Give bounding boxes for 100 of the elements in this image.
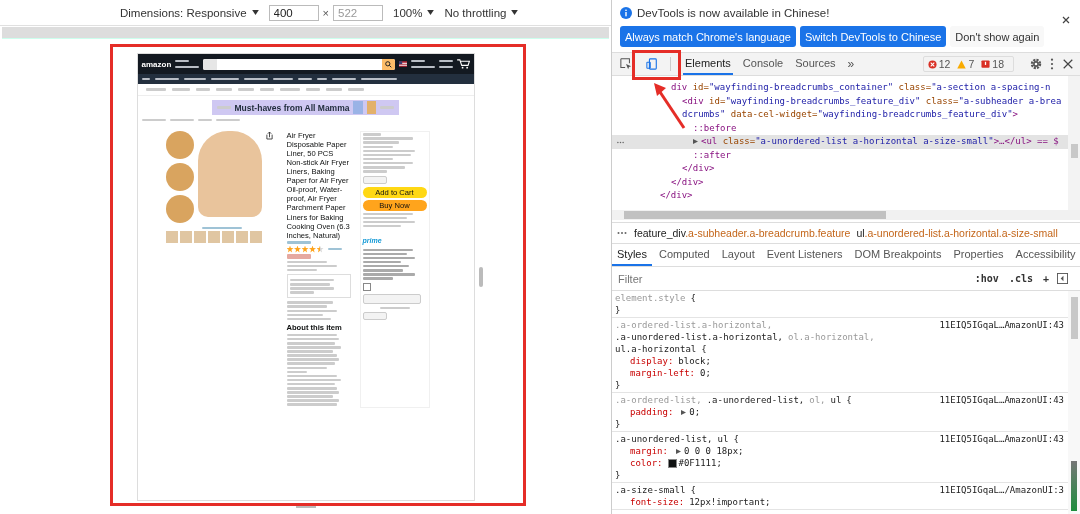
css-brace: } — [615, 418, 621, 430]
color-swatch[interactable] — [667, 458, 677, 468]
css-selector: ol, — [809, 394, 826, 406]
panel-tab[interactable]: Console — [740, 53, 786, 75]
share-icon[interactable] — [265, 130, 273, 140]
source-link[interactable]: 11EIQ5IGqaL…AmazonUI:43 — [939, 394, 1064, 406]
source-link[interactable]: 11EIQ5IGqaL…/AmazonUI:3 — [939, 484, 1064, 496]
sidebar-tab[interactable]: Accessibility — [1010, 244, 1080, 266]
photo-placeholder[interactable] — [207, 231, 220, 244]
css-declaration[interactable]: margin: 0 0 0 18px; — [615, 445, 744, 457]
photo-placeholder[interactable] — [235, 231, 248, 244]
sidebar-toggle-icon[interactable] — [1057, 273, 1068, 284]
dimensions-dropdown[interactable]: Dimensions: Responsive — [120, 6, 259, 19]
css-selector: .a-unordered-list, — [706, 394, 805, 406]
css-declaration[interactable]: margin-left: 0; — [615, 367, 711, 379]
settings-icon[interactable] — [1030, 58, 1042, 70]
css-declaration[interactable]: display: block; — [615, 355, 711, 367]
css-declaration[interactable]: color: #0F1111; — [615, 457, 722, 469]
sidebar-tab[interactable]: Computed — [653, 244, 715, 266]
panel-tab[interactable]: Elements — [683, 53, 733, 75]
photo-placeholder[interactable] — [179, 231, 192, 244]
cart-icon[interactable] — [456, 59, 470, 69]
blurred-text[interactable] — [297, 77, 312, 81]
expand-arrow-icon[interactable] — [681, 409, 687, 415]
blurred-text[interactable] — [316, 77, 327, 81]
photo-placeholder[interactable] — [193, 231, 206, 244]
panel-tab[interactable]: Sources — [793, 53, 838, 75]
css-declaration[interactable]: font-size: 12px!important; — [615, 496, 771, 508]
more-tabs-button[interactable]: » — [845, 57, 857, 71]
photo-placeholder[interactable] — [165, 162, 194, 191]
share-button[interactable] — [362, 312, 387, 321]
sidebar-tab[interactable]: DOM Breakpoints — [849, 244, 947, 266]
issue-icon — [981, 59, 991, 69]
infobar-button[interactable]: Don't show again — [950, 26, 1045, 47]
dom-node[interactable]: </div> — [612, 189, 1068, 203]
close-icon[interactable] — [1062, 16, 1070, 24]
expand-arrow-icon[interactable] — [693, 139, 698, 144]
dom-node[interactable]: </div> — [612, 175, 1068, 189]
times-sign: × — [322, 6, 329, 19]
blurred-text[interactable] — [154, 77, 179, 81]
search-button[interactable] — [381, 58, 395, 70]
sidebar-tab[interactable]: Layout — [716, 244, 760, 266]
more-icon[interactable] — [616, 231, 628, 235]
blurred-text[interactable] — [272, 77, 293, 81]
blurred-text[interactable] — [141, 77, 150, 81]
filter-tool-button[interactable]: + — [1040, 273, 1051, 284]
inspect-icon[interactable] — [620, 58, 632, 70]
photo-placeholder[interactable] — [165, 130, 194, 159]
resize-handle[interactable] — [295, 505, 316, 508]
scrollbar[interactable] — [1068, 76, 1080, 210]
dom-node[interactable]: <ul class="a-unordered-list a-horizontal a-size-small">…</ul> == $ — [612, 135, 1068, 149]
source-link[interactable]: 11EIQ5IGqaL…AmazonUI:43 — [939, 433, 1064, 445]
photo-placeholder[interactable] — [221, 231, 234, 244]
quantity-dropdown[interactable] — [362, 175, 387, 184]
breadcrumb-item[interactable]: ul.a-unordered-list.a-horizontal.a-size-small — [856, 227, 1058, 239]
blurred-text[interactable] — [360, 77, 397, 81]
width-field[interactable]: 400 — [268, 4, 319, 21]
sidebar-tab[interactable]: Styles — [612, 244, 652, 266]
zoom-dropdown[interactable]: 100% — [393, 6, 435, 19]
more-icon[interactable] — [1050, 58, 1054, 70]
blurred-text[interactable] — [331, 77, 356, 81]
dom-node[interactable]: ::before — [612, 121, 1068, 135]
flag-icon[interactable] — [398, 61, 407, 67]
filter-tool-button[interactable]: :hov — [972, 273, 1001, 284]
info-icon — [620, 7, 632, 19]
blurred-text[interactable] — [243, 77, 268, 81]
promo-banner[interactable]: Must-haves from All Mamma — [211, 100, 400, 115]
issue-count: 18 — [992, 58, 1004, 70]
dom-node[interactable]: <div id="wayfinding-breadcrumbs_feature_div" class="a-subheader a-breadcrumbs" data-cel-widget="wayfinding-breadcrumbs_feature_div"> — [612, 94, 1068, 122]
sidebar-tab[interactable]: Properties — [948, 244, 1009, 266]
photo-placeholder[interactable] — [249, 231, 262, 244]
photo-placeholder[interactable] — [165, 231, 178, 244]
sidebar-tab[interactable]: Event Listeners — [761, 244, 848, 266]
blurred-text[interactable] — [183, 77, 206, 81]
issue-counters[interactable]: 12 7 18 — [922, 56, 1014, 72]
filter-tool-button[interactable]: .cls — [1006, 273, 1035, 284]
expand-arrow-icon[interactable] — [675, 448, 681, 454]
search-field[interactable] — [203, 58, 395, 70]
breadcrumb-item[interactable]: feature_div.a-subheader.a-breadcrumb.feature — [634, 227, 851, 239]
scrollbar[interactable] — [1068, 291, 1080, 514]
throttling-dropdown[interactable]: No throttling — [444, 6, 519, 19]
more-icon[interactable] — [616, 141, 625, 144]
dom-node[interactable]: ::after — [612, 148, 1068, 162]
close-icon[interactable] — [1062, 58, 1074, 70]
blurred-text[interactable] — [210, 77, 239, 81]
infobar-button[interactable]: Switch DevTools to Chinese — [799, 26, 947, 47]
scrollbar[interactable] — [612, 210, 1080, 220]
site-logo[interactable]: amazon — [141, 59, 172, 69]
blurred-text — [175, 59, 190, 63]
css-declaration[interactable]: padding: 0; — [615, 406, 701, 418]
media-query-bar[interactable] — [2, 27, 609, 39]
photo-placeholder[interactable] — [165, 194, 194, 223]
checkbox[interactable] — [362, 282, 371, 291]
dom-node[interactable]: div id="wayfinding-breadcrumbs_container" class="a-section a-spacing-n — [612, 81, 1068, 95]
resize-handle[interactable] — [478, 267, 483, 287]
infobar-button[interactable]: Always match Chrome's language — [620, 26, 796, 47]
list-dropdown[interactable] — [362, 293, 421, 304]
dom-node[interactable]: </div> — [612, 162, 1068, 176]
source-link[interactable]: 11EIQ5IGqaL…AmazonUI:43 — [939, 319, 1064, 331]
device-toggle-icon[interactable] — [646, 58, 658, 70]
